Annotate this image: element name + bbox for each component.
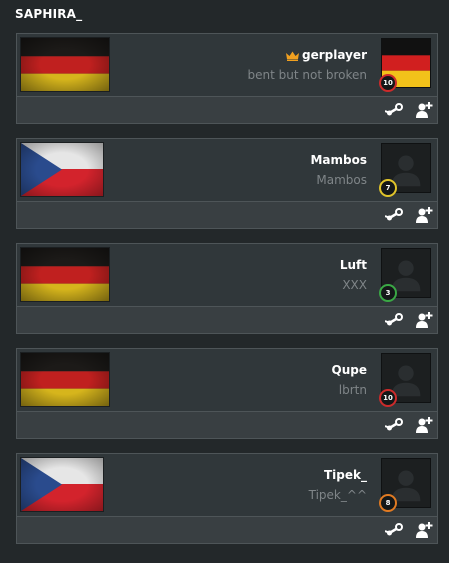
add-friend-icon[interactable]: [415, 522, 433, 538]
player-card-actions: [17, 201, 437, 228]
player-card: Mambos Mambos 7: [16, 138, 438, 229]
action-group: [385, 102, 433, 118]
player-card-actions: [17, 306, 437, 333]
level-badge: 8: [379, 494, 397, 512]
level-badge: 7: [379, 179, 397, 197]
german-flag-icon: [20, 247, 110, 302]
czech-flag-icon: [20, 142, 104, 197]
steam-icon[interactable]: [385, 207, 403, 223]
player-status: Tipek_^^: [308, 488, 367, 502]
steam-icon[interactable]: [385, 522, 403, 538]
action-group: [385, 522, 433, 538]
player-list: gerplayer bent but not broken 10 Mambos Mamb…: [16, 33, 438, 558]
level-badge: 3: [379, 284, 397, 302]
player-name[interactable]: Tipek_: [324, 468, 367, 482]
player-name[interactable]: Qupe: [332, 363, 367, 377]
player-card: Tipek_ Tipek_^^ 8: [16, 453, 438, 544]
player-card: Luft XXX 3: [16, 243, 438, 334]
player-card-header: gerplayer bent but not broken 10: [17, 34, 437, 96]
action-group: [385, 312, 433, 328]
action-group: [385, 207, 433, 223]
player-status: bent but not broken: [247, 68, 367, 82]
player-card: gerplayer bent but not broken 10: [16, 33, 438, 124]
player-name-row: gerplayer: [286, 48, 367, 62]
player-card-actions: [17, 411, 437, 438]
player-card-header: Qupe lbrtn 10: [17, 349, 437, 411]
player-card: Qupe lbrtn 10: [16, 348, 438, 439]
german-flag-icon: [20, 352, 110, 407]
player-card-actions: [17, 96, 437, 123]
steam-icon[interactable]: [385, 417, 403, 433]
player-status: Mambos: [316, 173, 367, 187]
player-name[interactable]: gerplayer: [302, 48, 367, 62]
add-friend-icon[interactable]: [415, 207, 433, 223]
player-card-header: Mambos Mambos 7: [17, 139, 437, 201]
player-status: XXX: [342, 278, 367, 292]
action-group: [385, 417, 433, 433]
player-name-row: Qupe: [332, 363, 367, 377]
level-badge: 10: [379, 389, 397, 407]
level-badge: 10: [379, 74, 397, 92]
team-title: SAPHIRA_: [15, 7, 83, 21]
czech-flag-icon: [20, 457, 104, 512]
player-name[interactable]: Luft: [340, 258, 367, 272]
german-flag-icon: [20, 37, 110, 92]
add-friend-icon[interactable]: [415, 417, 433, 433]
steam-icon[interactable]: [385, 312, 403, 328]
player-card-actions: [17, 516, 437, 543]
add-friend-icon[interactable]: [415, 312, 433, 328]
player-status: lbrtn: [338, 383, 367, 397]
add-friend-icon[interactable]: [415, 102, 433, 118]
player-name-row: Tipek_: [324, 468, 367, 482]
player-name[interactable]: Mambos: [310, 153, 367, 167]
player-card-header: Luft XXX 3: [17, 244, 437, 306]
player-name-row: Mambos: [310, 153, 367, 167]
steam-icon[interactable]: [385, 102, 403, 118]
player-name-row: Luft: [340, 258, 367, 272]
crown-icon: [286, 50, 300, 61]
player-card-header: Tipek_ Tipek_^^ 8: [17, 454, 437, 516]
